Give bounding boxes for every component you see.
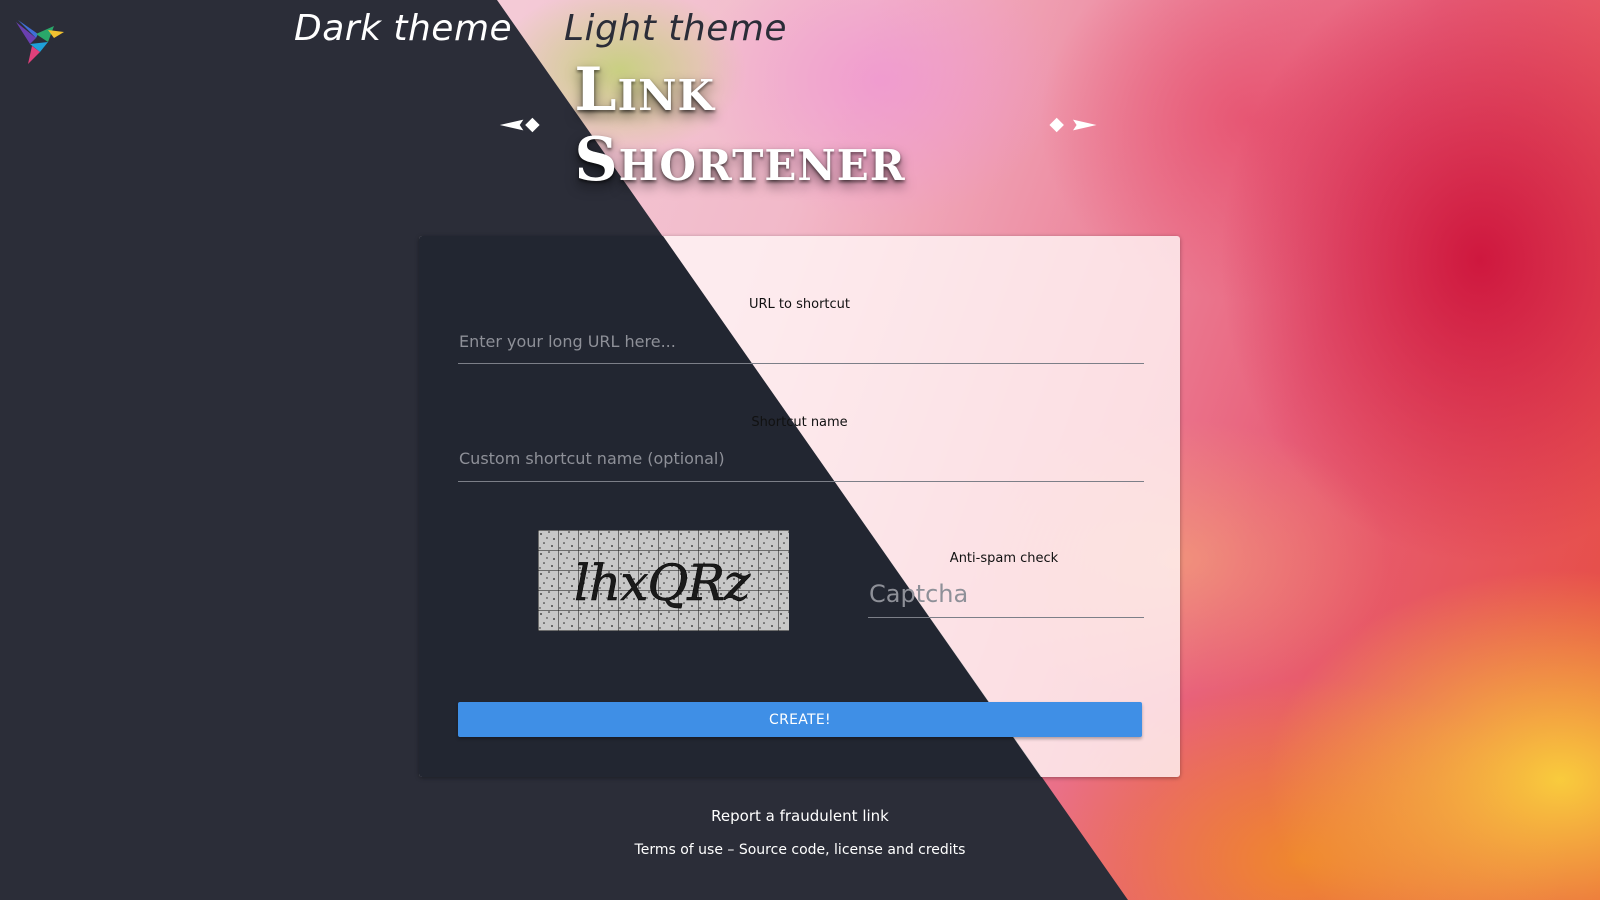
light-theme-link[interactable]: Light theme (564, 8, 787, 49)
url-field-label: URL to shortcut (749, 297, 850, 312)
footer-separator: – (722, 842, 739, 858)
page-header: Link Shortener (498, 55, 1098, 195)
diamond-arrow-ornament-icon (499, 117, 540, 133)
report-fraud-link[interactable]: Report a fraudulent link (0, 807, 1600, 825)
captcha-input-underline (868, 617, 1144, 618)
shortcut-field-label: Shortcut name (751, 415, 848, 430)
hummingbird-logo-icon[interactable] (14, 18, 66, 64)
source-code-link[interactable]: Source code, license and credits (739, 842, 966, 858)
captcha-input[interactable] (869, 576, 1144, 612)
captcha-image: lhxQRz (538, 530, 789, 631)
terms-of-use-link[interactable]: Terms of use (635, 842, 723, 858)
url-input-underline (458, 363, 1144, 364)
url-input[interactable] (459, 326, 1144, 356)
footer-links: Terms of use – Source code, license and … (0, 842, 1600, 858)
dark-theme-link[interactable]: Dark theme (294, 8, 512, 49)
captcha-field-label: Anti-spam check (949, 551, 1059, 566)
shortcut-input-underline (458, 481, 1144, 482)
shortcut-name-input[interactable] (459, 443, 1144, 473)
diamond-arrow-ornament-icon (1049, 117, 1097, 133)
shortener-form-card (419, 236, 1180, 777)
create-button[interactable]: CREATE! (458, 702, 1142, 737)
captcha-text: lhxQRz (574, 554, 751, 612)
page-title: Link Shortener (574, 55, 906, 195)
